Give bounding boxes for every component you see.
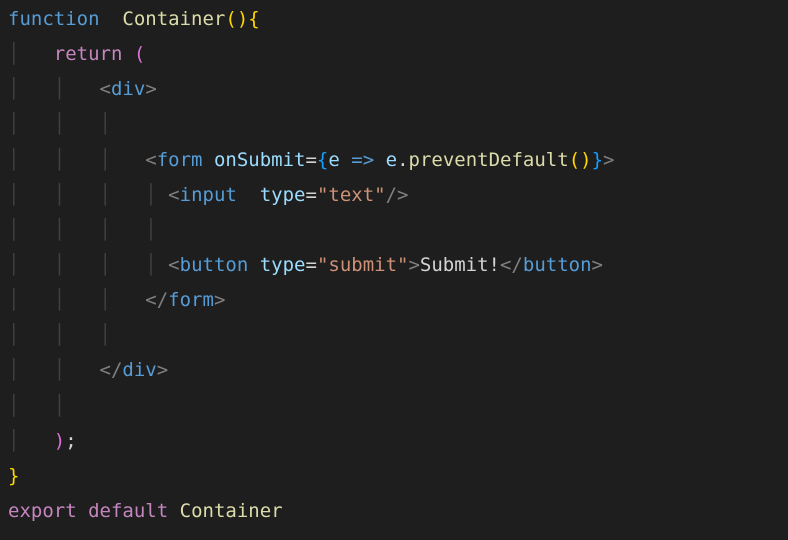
paren-close: ) [54, 430, 65, 452]
equals: = [305, 184, 316, 206]
indent-guide: │ │ │ [8, 324, 111, 346]
equals: = [305, 254, 316, 276]
tag-bracket: > [592, 254, 603, 276]
tag-bracket: < [168, 184, 179, 206]
keyword-function: function [8, 8, 100, 30]
tag-bracket: > [145, 78, 156, 100]
param-e: e [386, 149, 397, 171]
paren-close: ) [237, 8, 248, 30]
tag-bracket: > [157, 359, 168, 381]
paren-close: ) [580, 149, 591, 171]
tag-bracket: > [408, 254, 419, 276]
attr-type: type [260, 184, 306, 206]
indent-guide: │ │ │ │ [8, 184, 157, 206]
tag-bracket: </ [145, 289, 168, 311]
indent-guide: │ [8, 43, 19, 65]
paren-open: ( [134, 43, 145, 65]
tag-input: input [180, 184, 237, 206]
tag-bracket: /> [386, 184, 409, 206]
brace-close: } [592, 149, 603, 171]
keyword-return: return [54, 43, 123, 65]
indent-guide: │ │ │ │ [8, 254, 157, 276]
tag-bracket: </ [100, 359, 123, 381]
tag-bracket: > [214, 289, 225, 311]
function-name: Container [122, 8, 225, 30]
tag-button: button [523, 254, 592, 276]
indent-guide: │ │ │ [8, 149, 111, 171]
attr-onSubmit: onSubmit [214, 149, 306, 171]
paren-open: ( [569, 149, 580, 171]
brace-open: { [317, 149, 328, 171]
indent-guide: │ │ │ │ [8, 219, 157, 241]
indent-guide: │ [8, 430, 19, 452]
semicolon: ; [65, 430, 76, 452]
dot: . [397, 149, 408, 171]
keyword-export: export [8, 500, 77, 522]
indent-guide: │ │ [8, 395, 65, 417]
tag-form: form [168, 289, 214, 311]
keyword-default: default [88, 500, 168, 522]
indent-guide: │ │ │ [8, 113, 111, 135]
arrow: => [351, 149, 374, 171]
button-text: Submit! [420, 254, 500, 276]
attr-type: type [260, 254, 306, 276]
method-preventDefault: preventDefault [409, 149, 569, 171]
tag-button: button [180, 254, 249, 276]
indent-guide: │ │ [8, 78, 65, 100]
paren-open: ( [225, 8, 236, 30]
indent-guide: │ │ [8, 359, 65, 381]
tag-bracket: > [603, 149, 614, 171]
tag-form: form [157, 149, 203, 171]
equals: = [305, 149, 316, 171]
tag-bracket: < [100, 78, 111, 100]
tag-div: div [122, 359, 156, 381]
tag-div: div [111, 78, 145, 100]
tag-bracket: < [168, 254, 179, 276]
tag-bracket: < [145, 149, 156, 171]
brace-close: } [8, 465, 19, 487]
string-submit: "submit" [317, 254, 409, 276]
brace-open: { [248, 8, 259, 30]
param-e: e [328, 149, 339, 171]
indent-guide: │ │ │ [8, 289, 111, 311]
string-text: "text" [317, 184, 386, 206]
identifier-Container: Container [180, 500, 283, 522]
tag-bracket: </ [500, 254, 523, 276]
code-editor[interactable]: function Container(){ │ return ( │ │ <di… [0, 0, 788, 531]
